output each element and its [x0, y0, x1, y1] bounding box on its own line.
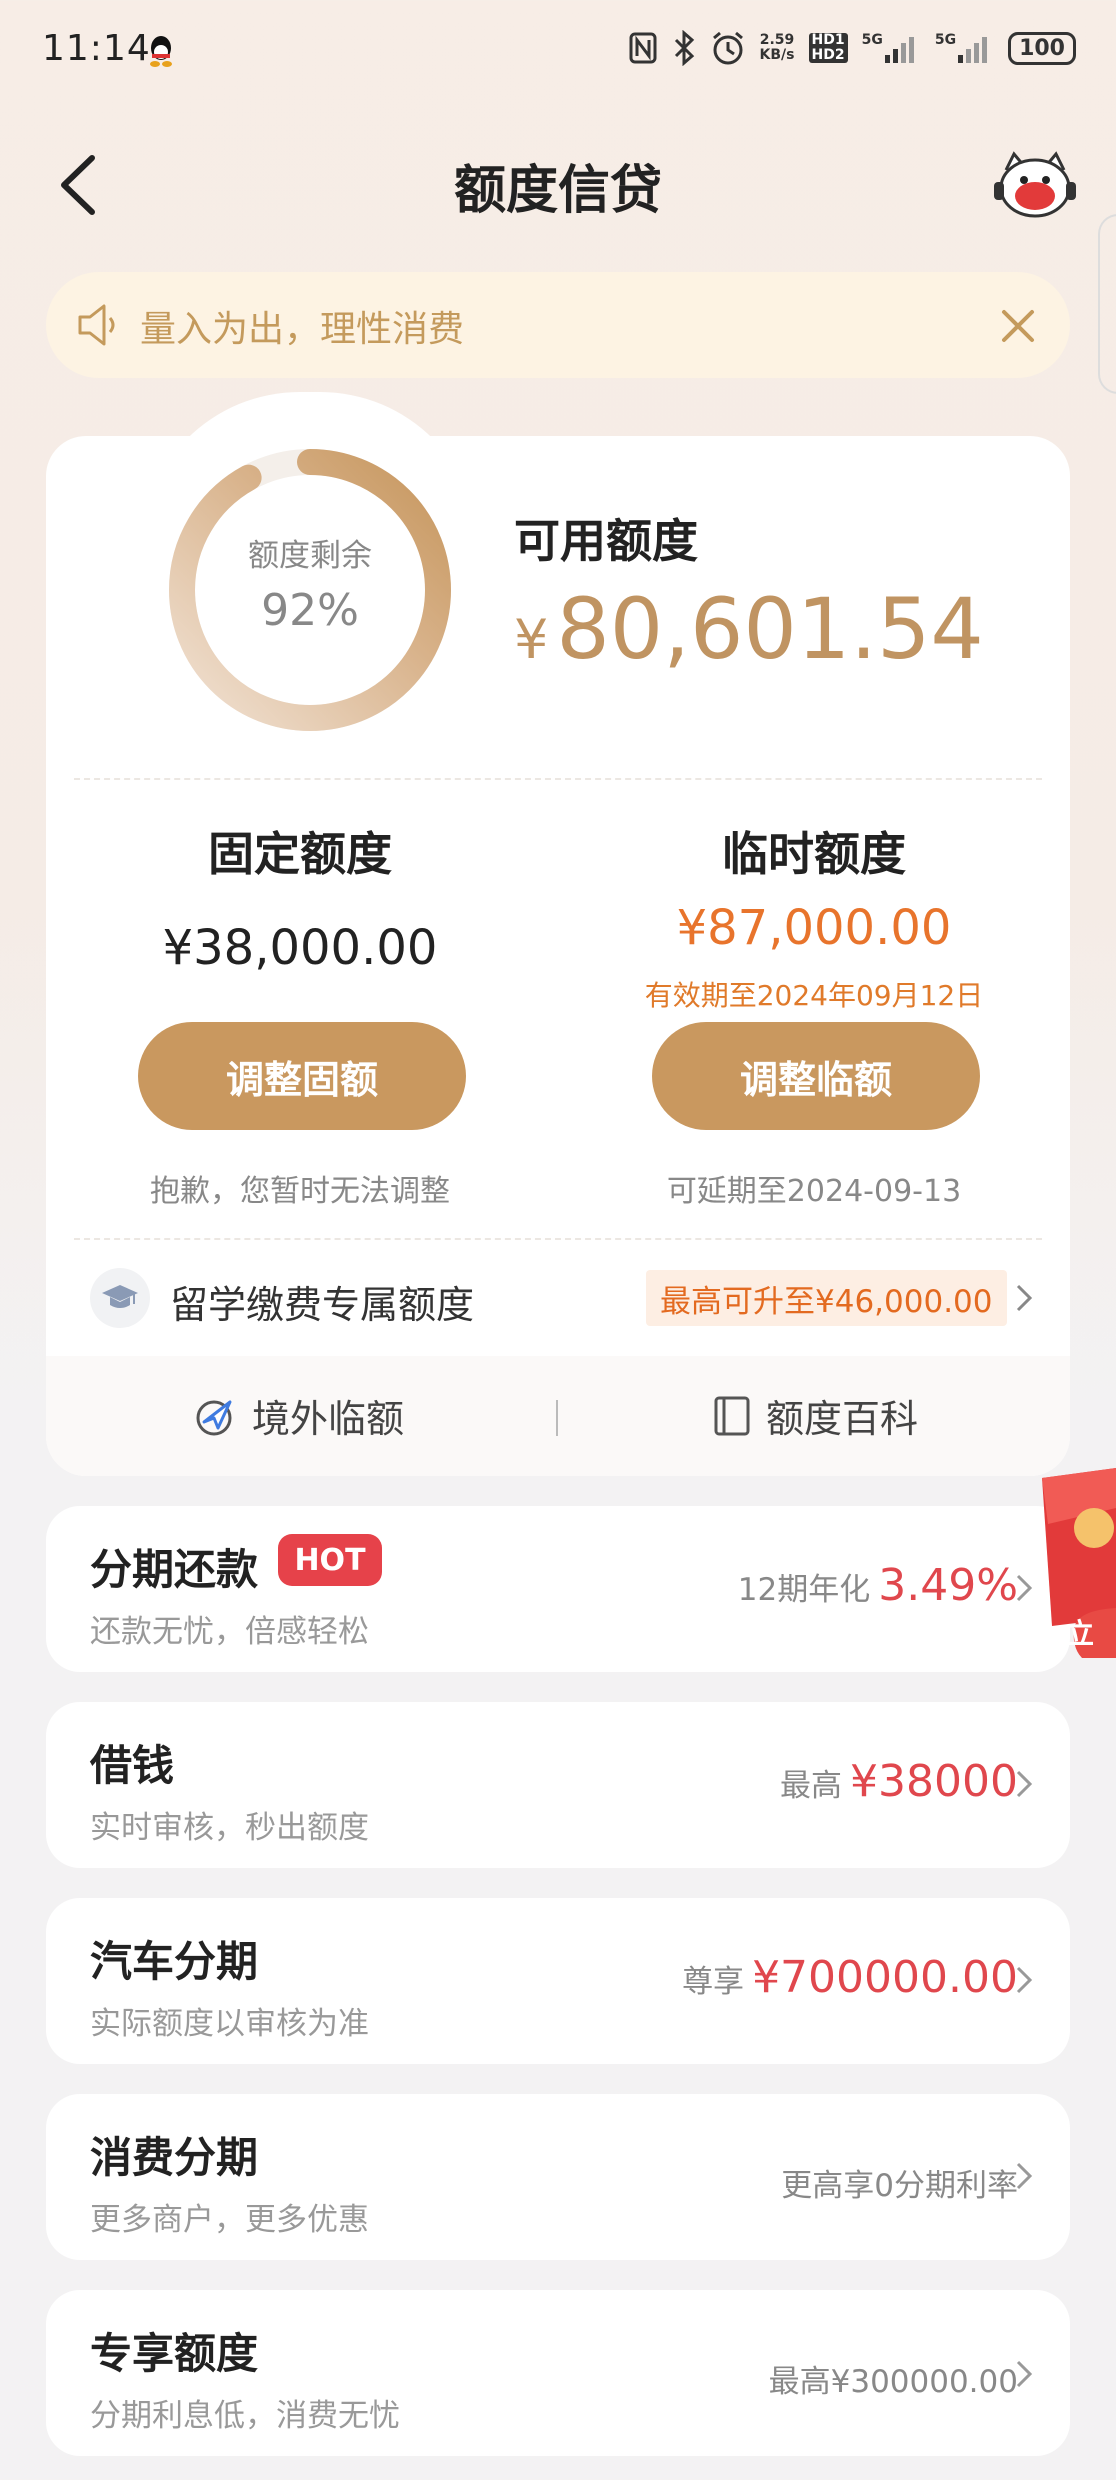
row-title: 汽车分期: [90, 1937, 259, 1986]
chevron-right-icon: [1016, 1966, 1033, 1994]
status-icons: 2.59 KB/s HD1 HD2 5G 5G 100: [628, 30, 1076, 66]
row-right-prefix: 最高: [780, 1768, 843, 1804]
graduation-cap-icon: [90, 1268, 150, 1328]
hd1-label: HD1: [811, 32, 845, 48]
close-icon[interactable]: [998, 306, 1038, 346]
row-title: 分期还款: [90, 1545, 259, 1594]
row-title: 专享额度: [90, 2329, 259, 2378]
alarm-icon: [712, 31, 743, 65]
row-right-info: 尊享 ¥700000.00: [682, 1952, 1018, 2003]
chevron-right-icon: [1016, 1770, 1033, 1798]
study-abroad-label: 留学缴费专属额度: [170, 1283, 475, 1327]
currency-symbol: ¥: [514, 608, 549, 671]
temp-limit-note: 可延期至2024-09-13: [666, 1174, 962, 1209]
row-subtitle: 还款无忧，倍感轻松: [90, 1614, 369, 1650]
net-speed-unit: KB/s: [759, 47, 795, 63]
signal-1-label: 5G: [861, 32, 883, 48]
qq-icon: [150, 36, 172, 67]
available-limit-amount: ¥80,601.54: [514, 580, 984, 678]
signal-1: 5G: [862, 33, 921, 63]
red-packet-label: 立: [1066, 1617, 1095, 1650]
graduation-cap-glyph: [102, 1285, 138, 1308]
temp-limit-title: 临时额度: [722, 827, 906, 881]
status-bar: 11:14 2.59 KB/s HD1 HD2 5G 5G 100: [0, 0, 1116, 100]
ring-label: 额度剩余: [248, 538, 372, 574]
limit-encyclopedia-label: 额度百科: [766, 1397, 919, 1441]
limit-encyclopedia-link[interactable]: 额度百科: [712, 1388, 918, 1443]
notice-text: 量入为出，理性消费: [140, 309, 465, 350]
signal-2: 5G: [935, 33, 994, 63]
book-icon: [714, 1396, 750, 1435]
row-right-info: 12期年化 3.49%: [738, 1560, 1018, 1611]
fixed-limit-title: 固定额度: [208, 827, 392, 881]
page-title: 额度信贷: [453, 161, 662, 221]
customer-service-mascot-icon[interactable]: [990, 150, 1080, 222]
signal-2-label: 5G: [934, 32, 957, 48]
fixed-limit-value: ¥38,000.00: [162, 920, 438, 976]
ring-percent: 92%: [261, 585, 359, 636]
adjust-fixed-limit-button[interactable]: 调整固额: [138, 1022, 466, 1130]
battery-indicator: 100: [1008, 31, 1076, 65]
overseas-temp-limit-label: 境外临额: [252, 1397, 405, 1441]
row-right-prefix: 更高享0分期利率: [781, 2168, 1018, 2204]
hd-indicator: HD1 HD2: [808, 32, 848, 63]
signal-bars-icon: [884, 37, 914, 63]
chevron-right-icon: [1016, 1284, 1033, 1312]
temp-limit-value: ¥87,000.00: [676, 900, 952, 956]
nfc-icon: [629, 32, 657, 64]
row-right-info: 最高 ¥38000: [780, 1756, 1018, 1807]
plane-circle-icon: [196, 1400, 232, 1435]
row-subtitle: 实际额度以审核为准: [90, 2006, 369, 2042]
bluetooth-icon: [674, 30, 694, 66]
row-right-value: ¥38000: [850, 1756, 1018, 1807]
red-packet-float[interactable]: 立: [1022, 1468, 1116, 1658]
available-amount-value: 80,601.54: [556, 580, 984, 678]
speaker-icon: [78, 304, 115, 346]
row-title: 消费分期: [90, 2133, 259, 2182]
row-title: 借钱: [90, 1741, 175, 1790]
row-right-prefix: 最高¥300000.00: [768, 2364, 1018, 2400]
hd2-label: HD2: [811, 47, 845, 63]
row-right-value: ¥700000.00: [752, 1952, 1018, 2003]
net-speed-value: 2.59: [759, 32, 795, 48]
chevron-right-icon: [1016, 2360, 1033, 2388]
adjust-temp-limit-button[interactable]: 调整临额: [652, 1022, 980, 1130]
hot-badge: HOT: [278, 1534, 382, 1586]
status-time: 11:14: [42, 28, 151, 69]
signal-bars-icon: [958, 37, 988, 63]
side-scroll-indicator: [1098, 214, 1116, 394]
chevron-right-icon: [1016, 2162, 1033, 2190]
fixed-limit-note: 抱歉，您暂时无法调整: [150, 1174, 450, 1209]
vertical-divider: [556, 1400, 558, 1436]
available-limit-label: 可用额度: [514, 514, 698, 568]
temp-limit-expiry: 有效期至2024年09月12日: [644, 979, 984, 1012]
row-right-value: 3.49%: [878, 1560, 1018, 1611]
row-subtitle: 分期利息低，消费无忧: [90, 2398, 400, 2434]
row-subtitle: 更多商户，更多优惠: [90, 2202, 369, 2238]
row-right-info: 最高¥300000.00: [769, 2356, 1018, 2401]
divider: [74, 778, 1042, 780]
row-subtitle: 实时审核，秒出额度: [90, 1810, 369, 1846]
overseas-temp-limit-link[interactable]: 境外临额: [194, 1388, 404, 1443]
row-right-info: 更高享0分期利率: [781, 2160, 1018, 2205]
row-right-prefix: 12期年化: [737, 1572, 871, 1608]
net-speed: 2.59 KB/s: [760, 33, 795, 63]
divider: [74, 1238, 1042, 1240]
study-abroad-badge: 最高可升至¥46,000.00: [646, 1270, 1007, 1326]
row-right-prefix: 尊享: [682, 1964, 745, 2000]
